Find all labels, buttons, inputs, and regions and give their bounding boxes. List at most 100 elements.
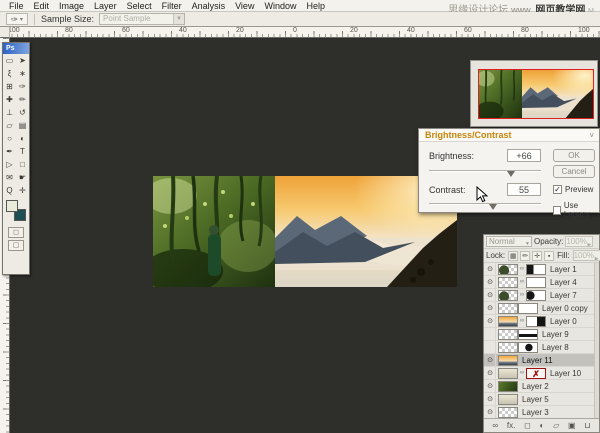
new-group-button[interactable]: ▱ (553, 421, 559, 430)
navigator-preview[interactable] (478, 69, 594, 119)
contrast-value-input[interactable]: 55 (507, 183, 541, 196)
screen-mode-button[interactable]: ▢ (8, 240, 24, 251)
menu-item-window[interactable]: Window (259, 1, 301, 11)
eye-icon[interactable]: ⊙ (485, 302, 496, 314)
eye-icon[interactable]: ⊙ (485, 276, 496, 288)
menu-item-view[interactable]: View (230, 1, 259, 11)
eye-icon[interactable]: ⊙ (485, 393, 496, 405)
layer-thumbnail[interactable] (498, 394, 518, 405)
layer-mask-thumbnail[interactable] (518, 329, 538, 340)
dialog-title-bar[interactable]: Brightness/Contrast ˅ (419, 129, 599, 142)
menu-item-file[interactable]: File (4, 1, 29, 11)
layer-mask-thumbnail[interactable] (526, 290, 546, 301)
move-tool[interactable]: ➤ (16, 54, 29, 67)
layer-thumbnail[interactable] (498, 277, 518, 288)
layer-row[interactable]: ⊙Layer 0 copy (484, 302, 599, 315)
blur-tool[interactable]: ○ (3, 132, 16, 145)
clone-stamp-tool[interactable]: ⊥ (3, 106, 16, 119)
menu-item-edit[interactable]: Edit (29, 1, 55, 11)
healing-brush-tool[interactable]: ✚ (3, 93, 16, 106)
eye-icon[interactable]: ⊙ (485, 380, 496, 392)
eraser-tool[interactable]: ▱ (3, 119, 16, 132)
layers-scrollbar[interactable] (594, 263, 599, 418)
layer-thumbnail[interactable] (498, 264, 518, 275)
eye-icon[interactable]: ⊙ (485, 406, 496, 418)
eyedropper-tool-chip[interactable]: ✑▾ (6, 13, 28, 25)
delete-layer-button[interactable]: ⊔ (584, 421, 590, 430)
sample-size-dropdown[interactable]: Point Sample ▼ (99, 13, 185, 25)
history-brush-tool[interactable]: ↺ (16, 106, 29, 119)
zoom-tool[interactable]: Q (3, 184, 16, 197)
ok-button[interactable]: OK (553, 149, 595, 162)
layer-mask-thumbnail[interactable]: ✗ (526, 368, 546, 379)
menu-item-help[interactable]: Help (301, 1, 330, 11)
crop-tool[interactable]: ⊞ (3, 80, 16, 93)
eyedropper-tool[interactable]: ✑ (16, 80, 29, 93)
layer-mask-thumbnail[interactable] (526, 277, 546, 288)
eye-icon[interactable]: ⊙ (485, 263, 496, 275)
layer-row[interactable]: ⊙Layer 11 (484, 354, 599, 367)
menu-item-layer[interactable]: Layer (89, 1, 122, 11)
shape-tool[interactable]: □ (16, 158, 29, 171)
blend-mode-dropdown[interactable]: Normal ▼ (486, 236, 532, 247)
layer-thumbnail[interactable] (498, 381, 518, 392)
layer-mask-thumbnail[interactable] (526, 316, 546, 327)
contrast-slider-thumb[interactable] (489, 204, 497, 210)
preview-checkbox[interactable]: ✓ Preview (553, 185, 593, 194)
adjustment-layer-button[interactable]: ◐ (539, 421, 544, 430)
hand-tool[interactable]: ☛ (16, 171, 29, 184)
eye-icon[interactable]: ⊙ (485, 315, 496, 327)
menu-item-analysis[interactable]: Analysis (187, 1, 231, 11)
brightness-slider[interactable] (429, 170, 541, 172)
contrast-slider[interactable] (429, 203, 541, 205)
preview-checkbox-box[interactable]: ✓ (553, 185, 562, 194)
link-layers-button[interactable]: ∞ (492, 421, 498, 430)
lock-pixels-icon[interactable]: ✏ (520, 251, 530, 261)
path-selection-tool[interactable]: ▷ (3, 158, 16, 171)
brightness-slider-thumb[interactable] (507, 171, 515, 177)
layer-row[interactable]: ⊙∞Layer 1 (484, 263, 599, 276)
layer-thumbnail[interactable] (498, 290, 518, 301)
document-canvas[interactable] (153, 176, 457, 287)
layer-row[interactable]: ⊙Layer 3 (484, 406, 599, 418)
layer-row[interactable]: ⊙∞Layer 4 (484, 276, 599, 289)
layer-thumbnail[interactable] (498, 303, 518, 314)
lock-position-icon[interactable]: ✛ (532, 251, 542, 261)
eye-icon[interactable]: ⊙ (485, 289, 496, 301)
cancel-button[interactable]: Cancel (553, 165, 595, 178)
layer-row[interactable]: ⊙∞Layer 0 (484, 315, 599, 328)
brush-tool[interactable]: ✏ (16, 93, 29, 106)
layer-thumbnail[interactable] (498, 368, 518, 379)
color-sampler-tool[interactable]: ✛ (16, 184, 29, 197)
brightness-value-input[interactable]: +66 (507, 149, 541, 162)
layer-thumbnail[interactable] (498, 355, 518, 366)
layer-mask-thumbnail[interactable] (518, 303, 538, 314)
layer-thumbnail[interactable] (498, 342, 518, 353)
quick-mask-button[interactable]: ◻ (8, 227, 24, 238)
layer-row[interactable]: Layer 8 (484, 341, 599, 354)
menu-item-filter[interactable]: Filter (157, 1, 187, 11)
toolbox-title[interactable]: Ps (3, 43, 29, 54)
rectangular-marquee-tool[interactable]: ▭ (3, 54, 16, 67)
lasso-tool[interactable]: ξ (3, 67, 16, 80)
layer-thumbnail[interactable] (498, 316, 518, 327)
new-layer-button[interactable]: ▣ (568, 421, 576, 430)
use-legacy-checkbox[interactable]: Use Legacy (553, 201, 599, 219)
foreground-color-swatch[interactable] (6, 200, 18, 212)
lock-all-icon[interactable]: ▪ (544, 251, 554, 261)
eye-icon[interactable]: ⊙ (485, 354, 496, 366)
menu-item-image[interactable]: Image (54, 1, 89, 11)
layer-mask-thumbnail[interactable] (518, 342, 538, 353)
fill-value[interactable]: 100%▶ (573, 250, 600, 261)
pen-tool[interactable]: ✒ (3, 145, 16, 158)
opacity-value[interactable]: 100%▶ (565, 236, 593, 247)
layer-row[interactable]: ⊙∞Layer 7 (484, 289, 599, 302)
layer-row[interactable]: ⊙∞✗Layer 10 (484, 367, 599, 380)
layer-thumbnail[interactable] (498, 329, 518, 340)
eye-icon[interactable] (485, 328, 496, 340)
magic-wand-tool[interactable]: ∗ (16, 67, 29, 80)
layer-row[interactable]: Layer 9 (484, 328, 599, 341)
layer-row[interactable]: ⊙Layer 2 (484, 380, 599, 393)
dodge-tool[interactable]: ◐ (16, 132, 29, 145)
add-layer-mask-button[interactable]: ◻ (524, 421, 531, 430)
